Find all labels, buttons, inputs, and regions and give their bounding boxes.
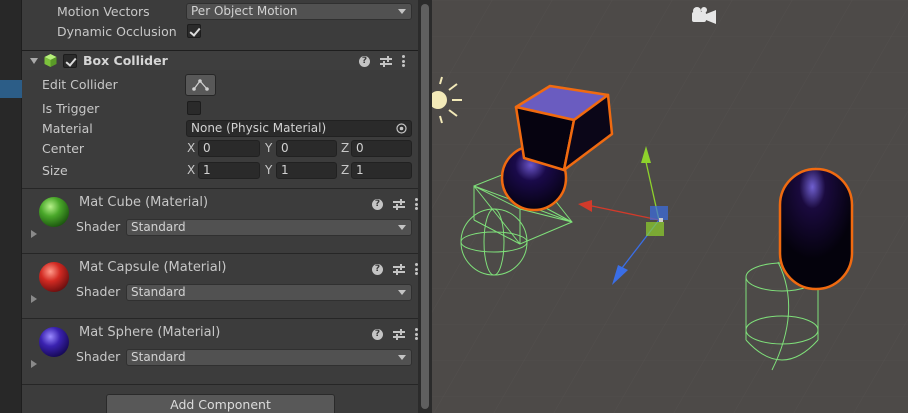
chevron-down-icon (398, 9, 406, 14)
material-preview-sphere-icon (39, 327, 69, 357)
hierarchy-selected-row[interactable] (0, 80, 22, 98)
physic-material-value: None (Physic Material) (191, 121, 327, 135)
inspector-panel: Motion Vectors Per Object Motion Dynamic… (22, 0, 418, 413)
center-z-field[interactable]: 0 (351, 140, 412, 157)
scrollbar-thumb[interactable] (421, 4, 429, 409)
chevron-down-icon (398, 355, 406, 360)
preset-icon[interactable] (393, 263, 405, 275)
box-collider-enabled-checkbox[interactable] (63, 54, 77, 68)
edit-collider-label: Edit Collider (42, 77, 118, 92)
foldout-arrow-icon[interactable] (31, 230, 37, 238)
material-title: Mat Capsule (Material) (79, 260, 227, 275)
preset-icon[interactable] (380, 55, 392, 67)
foldout-arrow-icon[interactable] (31, 295, 37, 303)
physic-material-field[interactable]: None (Physic Material) (186, 120, 412, 137)
dynamic-occlusion-label: Dynamic Occlusion (57, 24, 177, 39)
kebab-menu-icon[interactable] (402, 55, 405, 67)
preset-icon[interactable] (393, 328, 405, 340)
motion-vectors-value: Per Object Motion (191, 4, 298, 18)
size-y-field[interactable]: 1 (276, 162, 337, 179)
motion-vectors-label: Motion Vectors (57, 4, 150, 19)
object-picker-icon[interactable] (396, 123, 407, 134)
material-section-capsule: Mat Capsule (Material) Shader Standard ? (22, 253, 418, 318)
divider (22, 384, 418, 385)
material-section-sphere: Mat Sphere (Material) Shader Standard ? (22, 318, 418, 383)
center-y-label: Y (265, 141, 273, 155)
box-collider-title: Box Collider (83, 53, 168, 68)
size-z-field[interactable]: 1 (351, 162, 412, 179)
edit-collider-button[interactable] (185, 74, 216, 96)
capsule-object[interactable] (778, 167, 854, 291)
hierarchy-panel-edge (0, 0, 22, 413)
scene-canvas[interactable] (432, 0, 908, 413)
inspector-scrollbar[interactable] (418, 0, 432, 413)
shader-label: Shader (76, 349, 121, 364)
size-x-field[interactable]: 1 (198, 162, 260, 179)
center-z-label: Z (341, 141, 350, 155)
material-title: Mat Cube (Material) (79, 195, 209, 210)
help-icon[interactable]: ? (372, 198, 383, 210)
size-label: Size (42, 163, 68, 178)
dynamic-occlusion-checkbox[interactable] (187, 24, 201, 38)
box-collider-header[interactable]: Box Collider ? (22, 50, 418, 70)
help-icon[interactable]: ? (359, 55, 370, 67)
chevron-down-icon (398, 225, 406, 230)
center-x-field[interactable]: 0 (198, 140, 260, 157)
preset-icon[interactable] (393, 198, 405, 210)
help-icon[interactable]: ? (372, 263, 383, 275)
shader-dropdown[interactable]: Standard (126, 349, 412, 366)
scene-view[interactable] (432, 0, 908, 413)
foldout-arrow-icon[interactable] (30, 58, 38, 64)
help-icon[interactable]: ? (372, 328, 383, 340)
edit-collider-icon (192, 79, 209, 91)
center-x-label: X (187, 141, 196, 155)
box-collider-icon (44, 54, 57, 67)
size-y-label: Y (265, 163, 273, 177)
motion-vectors-dropdown[interactable]: Per Object Motion (186, 3, 412, 20)
add-component-button[interactable]: Add Component (106, 394, 335, 413)
center-label: Center (42, 141, 85, 156)
center-y-field[interactable]: 0 (276, 140, 337, 157)
material-label: Material (42, 121, 93, 136)
shader-label: Shader (76, 219, 121, 234)
foldout-arrow-icon[interactable] (31, 360, 37, 368)
size-z-label: Z (341, 163, 350, 177)
shader-value: Standard (131, 285, 186, 299)
shader-label: Shader (76, 284, 121, 299)
material-title: Mat Sphere (Material) (79, 325, 221, 340)
shader-value: Standard (131, 350, 186, 364)
material-preview-sphere-icon (39, 197, 69, 227)
is-trigger-label: Is Trigger (42, 101, 100, 116)
material-section-cube: Mat Cube (Material) Shader Standard ? (22, 188, 418, 253)
is-trigger-checkbox[interactable] (187, 101, 201, 115)
size-x-label: X (187, 163, 196, 177)
chevron-down-icon (398, 290, 406, 295)
shader-dropdown[interactable]: Standard (126, 219, 412, 236)
shader-dropdown[interactable]: Standard (126, 284, 412, 301)
material-preview-sphere-icon (39, 262, 69, 292)
shader-value: Standard (131, 220, 186, 234)
